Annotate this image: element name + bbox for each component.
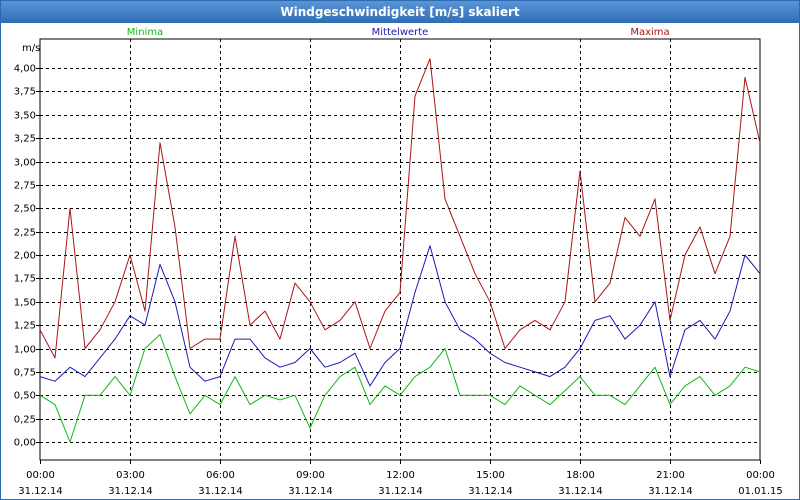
x-tick-time: 12:00	[386, 470, 415, 481]
y-tick-label: 0,00	[14, 438, 36, 449]
y-tick-label: 1,50	[14, 298, 36, 309]
x-tick-time: 21:00	[656, 470, 685, 481]
legend-minima: Minima	[127, 27, 163, 38]
y-tick-label: 0,50	[14, 391, 36, 402]
y-tick-label: 3,75	[14, 87, 36, 98]
x-tick-date: 31.12.14	[468, 486, 513, 497]
x-tick-date: 31.12.14	[108, 486, 153, 497]
x-tick-date: 31.12.14	[288, 486, 333, 497]
x-tick-time: 09:00	[296, 470, 325, 481]
x-tick-date: 01.01.15	[738, 486, 783, 497]
y-tick-label: 1,00	[14, 345, 36, 356]
x-tick-time: 15:00	[476, 470, 505, 481]
legend-layer: Minima Mittelwerte Maxima	[127, 27, 670, 38]
y-tick-label: 4,00	[14, 64, 36, 75]
y-tick-label: 3,25	[14, 134, 36, 145]
x-tick-date: 31.12.14	[198, 486, 243, 497]
x-tick-date: 31.12.14	[558, 486, 603, 497]
y-tick-label: 0,25	[14, 415, 36, 426]
legend-maxima: Maxima	[630, 27, 669, 38]
x-tick-date: 31.12.14	[378, 486, 423, 497]
y-tick-label: 2,50	[14, 204, 36, 215]
x-tick-date: 31.12.14	[648, 486, 693, 497]
legend-mittelwerte: Mittelwerte	[372, 27, 429, 38]
y-tick-label: 2,75	[14, 181, 36, 192]
y-tick-label: 3,50	[14, 111, 36, 122]
x-tick-time: 06:00	[206, 470, 235, 481]
x-tick-time: 18:00	[566, 470, 595, 481]
axes-layer: 0,00 0,25 0,50 0,75 1,00 1,25 1,50 1,75 2,00 2,25…	[14, 64, 783, 498]
grid-layer	[39, 38, 761, 461]
y-tick-label: 3,00	[14, 158, 36, 169]
y-tick-label: 2,00	[14, 251, 36, 262]
y-tick-label: 0,75	[14, 368, 36, 379]
y-tick-label: 1,75	[14, 274, 36, 285]
x-tick-time: 03:00	[116, 470, 145, 481]
x-tick-date: 31.12.14	[18, 486, 63, 497]
y-axis-label: m/s	[22, 43, 40, 54]
y-tick-label: 1,25	[14, 321, 36, 332]
x-tick-time: 00:00	[26, 470, 55, 481]
wind-speed-chart: 0,00 0,25 0,50 0,75 1,00 1,25 1,50 1,75 2,00 2,25…	[14, 27, 783, 498]
y-tick-label: 2,25	[14, 228, 36, 239]
x-tick-time: 00:00	[746, 470, 775, 481]
